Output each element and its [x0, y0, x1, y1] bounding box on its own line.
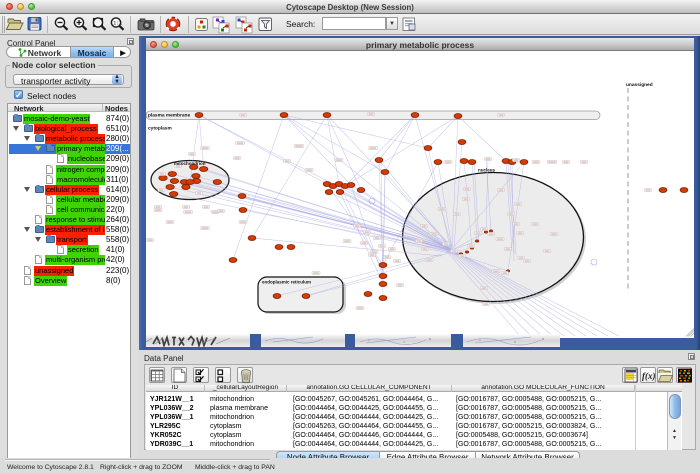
svg-text:f(x): f(x)	[642, 371, 656, 381]
svg-text:nucleus: nucleus	[478, 168, 496, 173]
svg-text:endoplasmic reticulum: endoplasmic reticulum	[262, 280, 311, 285]
svg-text:unassigned: unassigned	[626, 82, 653, 88]
svg-text:1:1: 1:1	[113, 21, 122, 27]
svg-text:mitochondrion: mitochondrion	[174, 161, 206, 166]
svg-text:cytoplasm: cytoplasm	[148, 126, 172, 132]
svg-text:plasma membrane: plasma membrane	[148, 113, 190, 119]
